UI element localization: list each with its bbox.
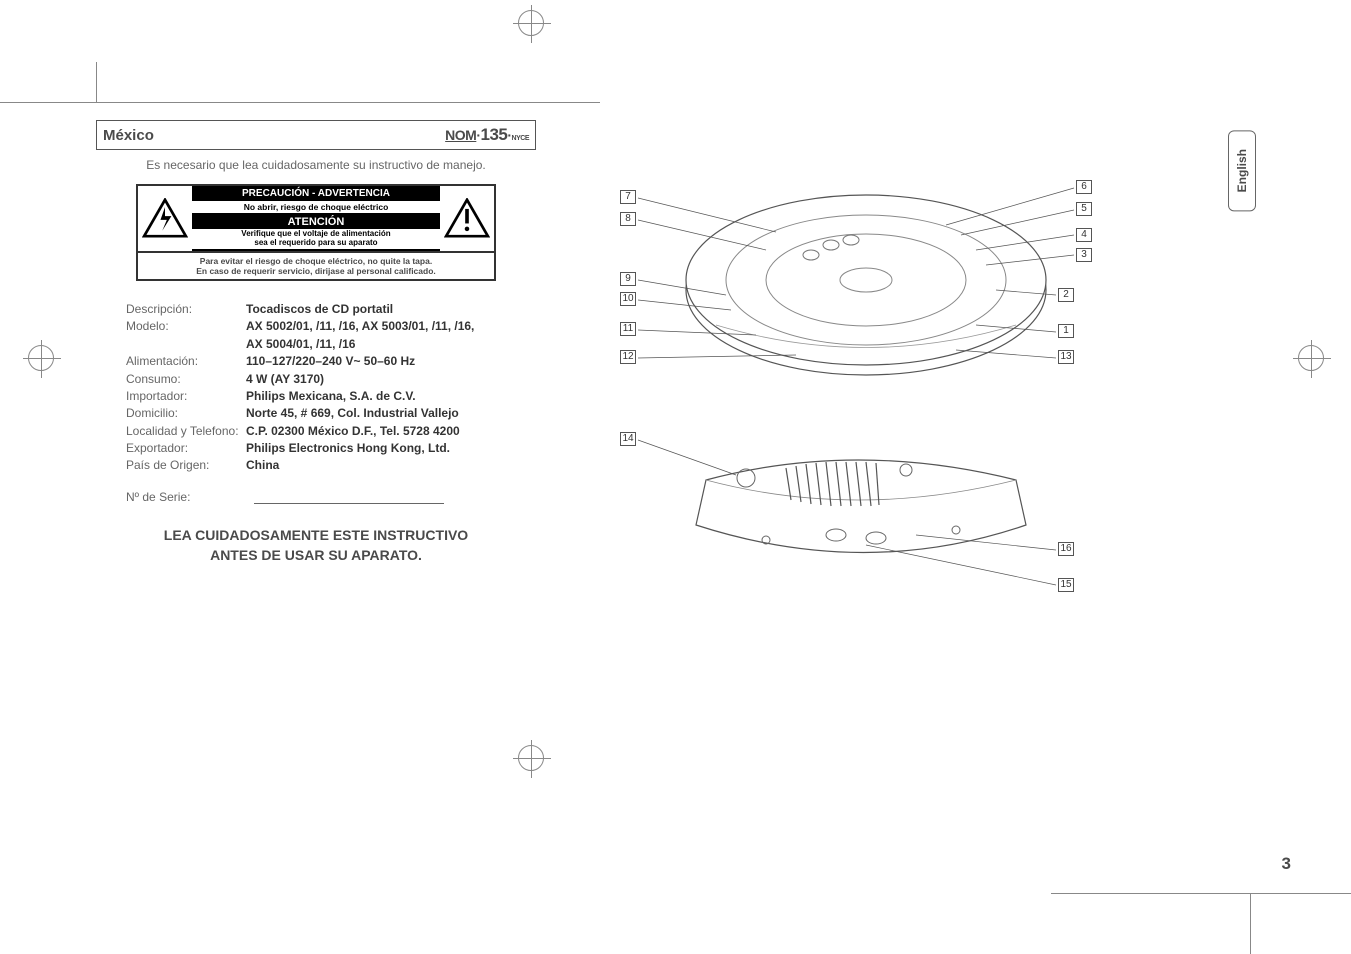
crop-line — [0, 102, 600, 103]
serial-blank-line — [254, 487, 444, 504]
spec-value: Norte 45, # 669, Col. Industrial Vallejo — [246, 405, 459, 422]
spec-label: Consumo: — [126, 371, 246, 388]
callout-5: 5 — [1076, 202, 1092, 216]
spec-label: Descripción: — [126, 301, 246, 318]
mexico-label: México — [103, 127, 154, 144]
warning-title: PRECAUCIÓN - ADVERTENCIA — [192, 188, 440, 199]
spec-value: C.P. 02300 México D.F., Tel. 5728 4200 — [246, 423, 460, 440]
callout-4: 4 — [1076, 228, 1092, 242]
registration-mark — [28, 345, 54, 371]
callout-10: 10 — [620, 292, 636, 306]
nom-mark: NOM·135·NYCE — [445, 125, 529, 145]
spec-value: Philips Mexicana, S.A. de C.V. — [246, 388, 416, 405]
spec-label: Domicilio: — [126, 405, 246, 422]
spec-value: Tocadiscos de CD portatil — [246, 301, 393, 318]
mexico-header: México NOM·135·NYCE — [96, 120, 536, 150]
spec-value: Philips Electronics Hong Kong, Ltd. — [246, 440, 450, 457]
callout-14: 14 — [620, 432, 636, 446]
registration-mark — [1298, 345, 1324, 371]
callout-9: 9 — [620, 272, 636, 286]
spec-value: 110–127/220–240 V~ 50–60 Hz — [246, 353, 415, 370]
callout-6: 6 — [1076, 180, 1092, 194]
serial-label: Nº de Serie: — [126, 489, 246, 506]
callout-13: 13 — [1058, 350, 1074, 364]
warning-bottom: Para evitar el riesgo de choque eléctric… — [136, 253, 496, 281]
callout-15: 15 — [1058, 578, 1074, 592]
callout-11: 11 — [620, 322, 636, 336]
cd-player-side-diagram: 14 16 15 — [616, 420, 1096, 620]
page-number: 3 — [1282, 854, 1291, 874]
callout-7: 7 — [620, 190, 636, 204]
spec-label: Alimentación: — [126, 353, 246, 370]
spec-table: Descripción:Tocadiscos de CD portatil Mo… — [126, 301, 536, 506]
warning-verify: Verifique que el voltaje de alimentación… — [192, 229, 440, 249]
intro-text: Es necesario que lea cuidadosamente su i… — [96, 158, 536, 172]
cd-player-top-diagram: 7 8 9 10 11 12 6 5 4 3 2 1 13 — [616, 160, 1096, 390]
spec-value: AX 5002/01, /11, /16, AX 5003/01, /11, /… — [246, 318, 474, 335]
spec-value: China — [246, 457, 279, 474]
spec-label: País de Origen: — [126, 457, 246, 474]
callout-12: 12 — [620, 350, 636, 364]
callout-3: 3 — [1076, 248, 1092, 262]
spec-label — [126, 336, 246, 353]
callout-16: 16 — [1058, 542, 1074, 556]
spec-value: AX 5004/01, /11, /16 — [246, 336, 355, 353]
warning-box: PRECAUCIÓN - ADVERTENCIA No abrir, riesg… — [136, 184, 496, 281]
crop-line — [96, 62, 97, 102]
crop-line — [1250, 894, 1251, 954]
crop-line — [1051, 893, 1351, 894]
exclamation-triangle-icon — [440, 186, 494, 251]
closing-text: LEA CUIDADOSAMENTE ESTE INSTRUCTIVOANTES… — [96, 526, 536, 565]
callout-8: 8 — [620, 212, 636, 226]
registration-mark — [518, 10, 544, 36]
spec-label: Exportador: — [126, 440, 246, 457]
spec-value: 4 W (AY 3170) — [246, 371, 324, 388]
callout-1: 1 — [1058, 324, 1074, 338]
spec-label: Importador: — [126, 388, 246, 405]
language-tab-english: English — [1228, 130, 1256, 211]
shock-triangle-icon — [138, 186, 192, 251]
warning-sub: No abrir, riesgo de choque eléctrico — [192, 201, 440, 213]
callout-2: 2 — [1058, 288, 1074, 302]
warning-attention: ATENCIÓN — [192, 215, 440, 229]
spec-label: Modelo: — [126, 318, 246, 335]
spec-label: Localidad y Telefono: — [126, 423, 246, 440]
